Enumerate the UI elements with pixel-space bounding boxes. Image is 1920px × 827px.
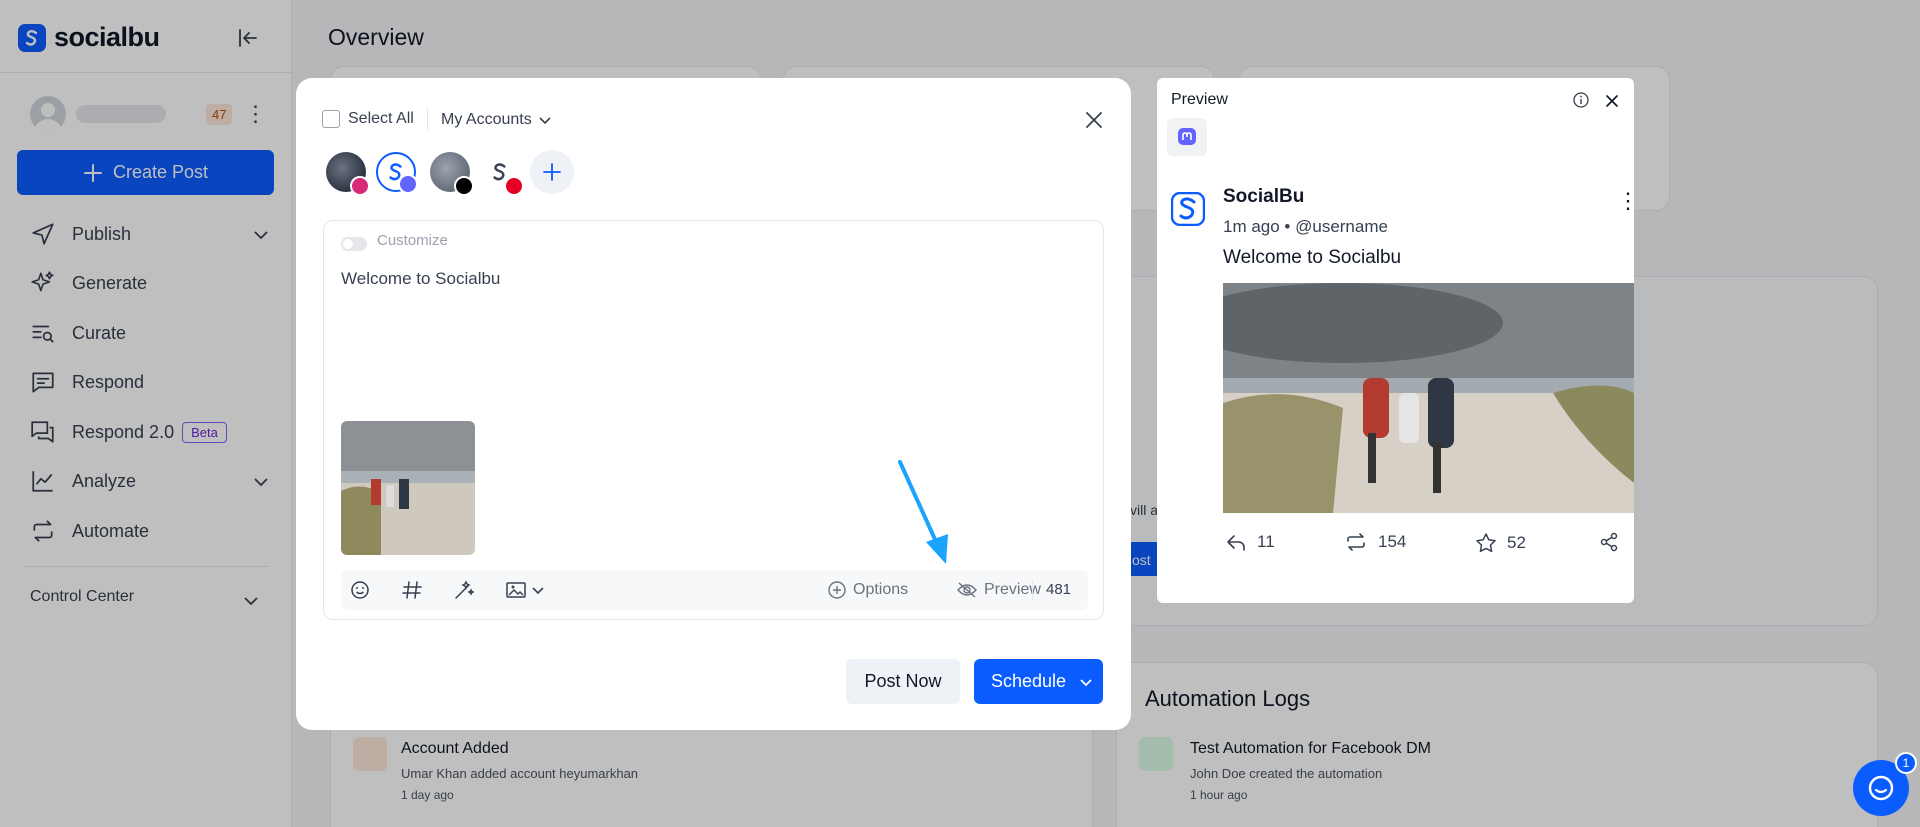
my-accounts-dropdown[interactable]: My Accounts [441,111,552,129]
close-icon[interactable] [1082,108,1106,132]
post-editor[interactable]: Customize Welcome to Socialbu Options Pr… [323,220,1104,620]
magic-wand-icon[interactable] [452,578,476,602]
post-text-input[interactable]: Welcome to Socialbu [341,269,500,289]
checkbox[interactable] [322,110,340,128]
reply-action[interactable]: 11 [1225,532,1275,552]
divider [427,108,428,130]
options-label: Options [853,581,909,598]
chevron-down-icon[interactable] [1078,674,1094,690]
share-action[interactable] [1599,532,1619,552]
mastodon-icon [398,174,418,194]
star-icon [1476,533,1496,553]
post-composer-modal: Select All My Accounts Customize Welcome… [296,78,1131,730]
preview-meta: 1m ago • @username [1223,217,1388,236]
account-avatar-threads[interactable] [430,152,474,196]
account-avatar-mastodon[interactable] [376,152,418,194]
attached-image-thumbnail[interactable] [341,421,475,555]
more-options-icon[interactable]: ⋮ [1617,188,1634,214]
chat-bubble-icon [1868,775,1894,801]
boost-icon [1347,533,1365,551]
close-icon[interactable] [1603,92,1621,110]
preview-toggle-button[interactable]: Preview [956,580,1041,600]
threads-icon [454,176,474,196]
account-avatar-pinterest[interactable] [480,152,524,196]
preview-network-tab-mastodon[interactable] [1167,118,1207,156]
divider [1032,580,1033,600]
options-button[interactable]: Options [827,580,908,600]
select-all-label: Select All [348,110,414,127]
socialbu-logo-icon [1171,192,1205,226]
preview-title: Preview [1171,91,1228,108]
emoji-icon[interactable] [348,578,372,602]
eye-off-icon [957,582,977,598]
mastodon-icon [1178,128,1196,145]
favourite-count: 52 [1507,533,1526,552]
chat-unread-badge: 1 [1895,752,1917,774]
add-account-button[interactable] [530,150,574,194]
account-avatar-instagram[interactable] [326,152,370,196]
boost-action[interactable]: 154 [1344,532,1406,552]
schedule-label: Schedule [991,671,1067,691]
info-icon[interactable] [1572,91,1590,109]
preview-account-name: SocialBu [1223,186,1305,207]
preview-image [1223,283,1634,513]
favourite-action[interactable]: 52 [1475,532,1526,554]
plus-circle-icon [828,581,846,599]
customize-label: Customize [377,232,448,249]
plus-icon [543,163,561,181]
customize-toggle[interactable] [341,237,367,251]
boost-count: 154 [1378,532,1407,551]
my-accounts-label: My Accounts [441,111,532,128]
reply-icon [1227,535,1245,551]
post-preview-panel: Preview SocialBu 1m ago • @username ⋮ We… [1157,78,1634,603]
editor-toolbar: Options Preview 481 [341,570,1088,610]
chevron-down-icon [539,117,551,125]
reply-count: 11 [1257,532,1275,551]
chevron-down-icon[interactable] [530,582,546,598]
select-all-checkbox[interactable]: Select All [322,110,414,128]
image-icon[interactable] [504,578,528,602]
preview-post-text: Welcome to Socialbu [1223,247,1402,268]
annotation-arrow [898,460,948,564]
share-icon [1600,532,1618,552]
pinterest-icon [504,176,524,196]
hashtag-icon[interactable] [400,578,424,602]
character-count: 481 [1046,581,1072,598]
post-now-button[interactable]: Post Now [846,659,960,704]
schedule-button[interactable]: Schedule [974,659,1103,704]
instagram-icon [350,176,370,196]
